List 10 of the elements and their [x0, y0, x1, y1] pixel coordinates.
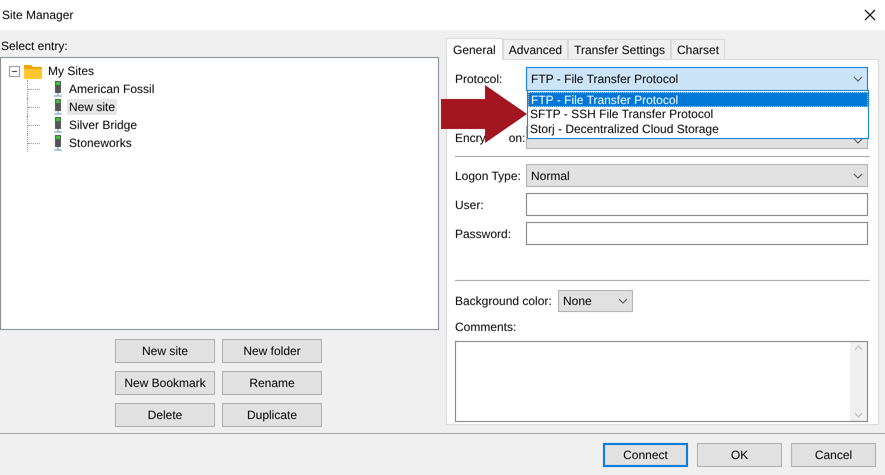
field-label: User:	[455, 196, 485, 214]
window-title: Site Manager	[2, 7, 74, 24]
field-label: Comments:	[455, 320, 518, 334]
select-entry-label: Select entry:	[0, 38, 69, 55]
field-label: Password:	[455, 226, 512, 242]
field-label: on:	[508, 130, 526, 146]
field-label: Protocol:	[455, 71, 504, 88]
field-label: Background color:	[455, 293, 553, 310]
field-label: Encry	[455, 130, 486, 146]
field-label: Logon Type:	[455, 168, 522, 184]
